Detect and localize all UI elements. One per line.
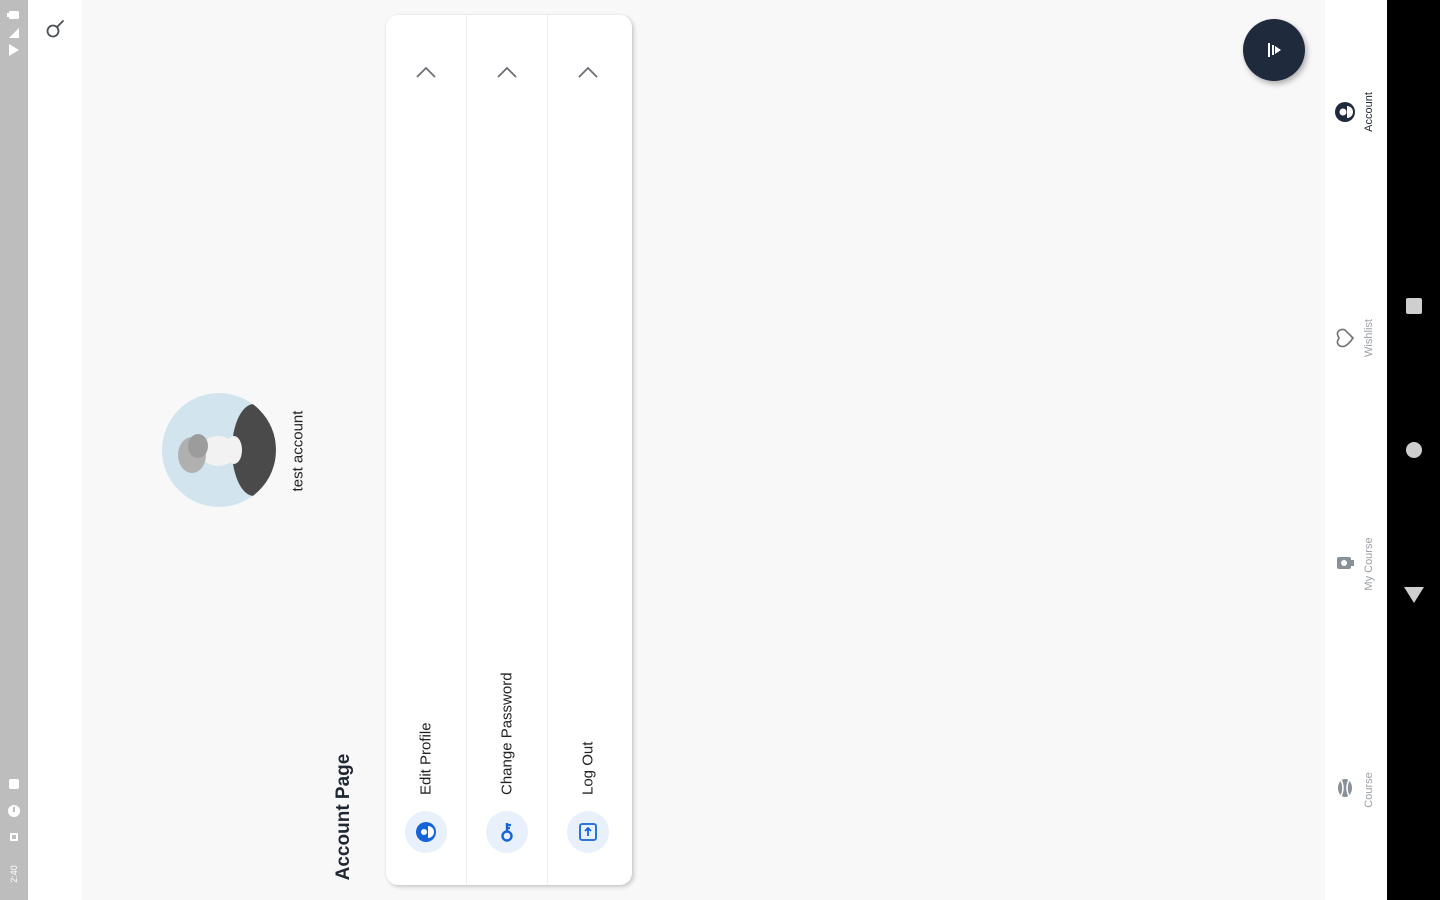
nav-item-wishlist[interactable]: Wishlist — [1325, 278, 1387, 398]
nav-item-course[interactable]: Course — [1325, 730, 1387, 850]
menu-icon-badge — [405, 811, 447, 853]
search-button[interactable] — [40, 14, 70, 44]
status-bar: 2:40 — [0, 0, 28, 900]
signal-icon — [9, 28, 19, 38]
audio-fab-button[interactable] — [1243, 19, 1305, 81]
user-circle-icon — [416, 822, 436, 842]
recents-button[interactable] — [1401, 293, 1427, 319]
course-icon — [1338, 779, 1352, 797]
key-icon — [501, 823, 513, 842]
menu-icon-badge — [486, 811, 528, 853]
nav-label: My Course — [1363, 537, 1375, 591]
menu-item-edit-profile[interactable]: Edit Profile — [386, 15, 467, 885]
chevron-up-icon — [578, 66, 598, 78]
system-navigation-bar — [1387, 0, 1440, 900]
avatar[interactable] — [162, 393, 276, 507]
home-button[interactable] — [1401, 437, 1427, 463]
nav-label: Account — [1363, 92, 1375, 132]
audio-play-icon — [1268, 43, 1281, 57]
page-title: Account Page — [333, 753, 354, 881]
menu-item-label: Change Password — [498, 672, 516, 795]
wifi-icon — [9, 44, 19, 56]
back-button[interactable] — [1401, 581, 1427, 607]
top-app-bar — [28, 0, 82, 900]
battery-icon — [7, 11, 19, 19]
heart-icon — [1336, 328, 1355, 348]
account-icon — [1335, 102, 1355, 122]
menu-item-change-password[interactable]: Change Password — [467, 15, 548, 885]
menu-item-log-out[interactable]: Log Out — [548, 15, 628, 885]
sd-card-icon — [9, 779, 19, 789]
my-course-icon — [1337, 557, 1354, 569]
nav-label: Course — [1363, 772, 1375, 808]
menu-item-label: Edit Profile — [417, 722, 435, 795]
bottom-navigation: Account Wishlist My Course Course — [1325, 0, 1387, 900]
status-time: 2:40 — [9, 865, 19, 883]
menu-item-label: Log Out — [579, 741, 597, 795]
chevron-up-icon — [497, 66, 517, 78]
nav-item-account[interactable]: Account — [1325, 60, 1387, 180]
notification-icon — [8, 805, 20, 817]
nav-item-my-course[interactable]: My Course — [1325, 502, 1387, 622]
avatar-icon — [162, 393, 276, 507]
nav-label: Wishlist — [1363, 319, 1375, 357]
menu-icon-badge — [567, 811, 609, 853]
username: test account — [289, 410, 307, 492]
logout-icon — [579, 823, 597, 841]
clock-icon — [10, 833, 18, 841]
account-menu-card: Edit Profile Change Password Log Out — [386, 15, 632, 885]
search-icon — [46, 20, 64, 38]
chevron-up-icon — [416, 66, 436, 78]
